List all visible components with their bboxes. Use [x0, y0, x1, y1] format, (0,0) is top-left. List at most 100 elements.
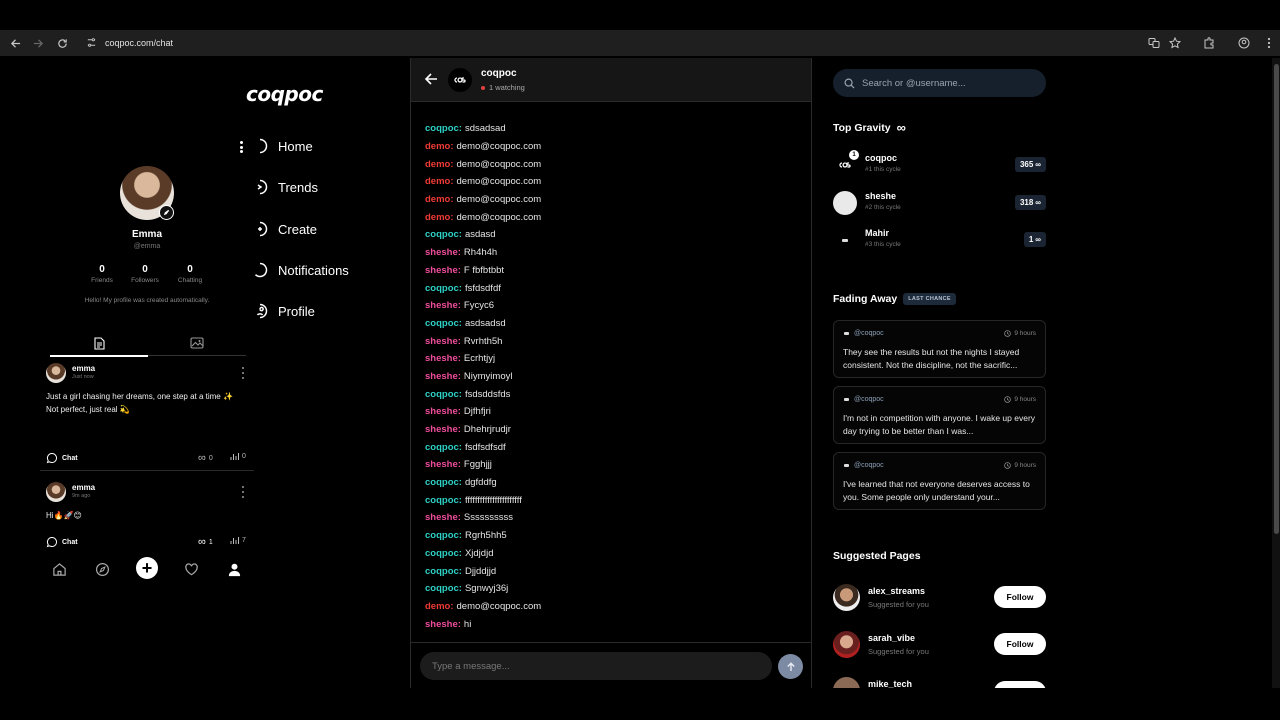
profile-icon[interactable] — [1235, 34, 1253, 52]
post-avatar[interactable] — [46, 482, 66, 502]
message-author[interactable]: sheshe — [425, 300, 458, 311]
nav-trends[interactable]: Trends — [252, 176, 318, 198]
bottom-explore-icon[interactable] — [92, 559, 112, 579]
follow-button[interactable] — [994, 681, 1046, 688]
nav-notifications[interactable]: Notifications — [252, 259, 349, 281]
app-logo[interactable]: coqpoc — [246, 82, 323, 106]
post-username[interactable]: emma — [72, 483, 95, 492]
message-author[interactable]: demo — [425, 601, 450, 612]
message-author[interactable]: coqpoc — [425, 583, 459, 594]
gravity-row[interactable]: 1 coqpoc #1 this cycle 365 ∞ — [833, 150, 1046, 179]
bottom-heart-icon[interactable] — [181, 559, 201, 579]
message-author[interactable]: sheshe — [425, 619, 458, 630]
message-author[interactable]: coqpoc — [425, 566, 459, 577]
fading-card[interactable]: @coqpoc 9 hours They see the results but… — [833, 320, 1046, 378]
post-views[interactable]: 0 — [230, 452, 246, 461]
post-gravity[interactable]: ∞ 1 — [198, 536, 213, 548]
bottom-home-icon[interactable] — [49, 559, 69, 579]
message-author[interactable]: coqpoc — [425, 229, 459, 240]
gravity-row[interactable]: Mahir #3 this cycle 1 ∞ — [833, 226, 1046, 254]
suggested-row[interactable]: sarah_vibe Suggested for you Follow — [833, 631, 1046, 659]
follow-button[interactable]: Follow — [994, 633, 1046, 655]
nav-profile[interactable]: Profile — [252, 300, 315, 322]
message-author[interactable]: coqpoc — [425, 123, 459, 134]
search-box[interactable] — [833, 69, 1046, 97]
stat-followers[interactable]: 0 Followers — [125, 264, 165, 284]
chat-message: sheshe: Fycyc6 — [425, 297, 805, 315]
message-author[interactable]: sheshe — [425, 247, 458, 258]
message-input[interactable] — [420, 652, 772, 680]
stat-chatting[interactable]: 0 Chatting — [170, 264, 210, 284]
message-author[interactable]: coqpoc — [425, 389, 459, 400]
chat-message: demo: demo@coqpoc.com — [425, 138, 805, 156]
browser-menu-icon[interactable] — [1260, 34, 1278, 52]
fading-card[interactable]: @coqpoc 9 hours I'm not in competition w… — [833, 386, 1046, 444]
message-author[interactable]: coqpoc — [425, 283, 459, 294]
message-text: Djjddjjd — [464, 565, 497, 577]
chat-message: coqpoc: sdsadsad — [425, 120, 805, 138]
message-author[interactable]: demo — [425, 159, 450, 170]
message-author[interactable]: demo — [425, 176, 450, 187]
back-arrow-icon[interactable] — [424, 72, 438, 86]
suggested-row[interactable]: alex_streams Suggested for you Follow — [833, 584, 1046, 612]
message-author[interactable]: coqpoc — [425, 495, 459, 506]
bottom-profile-icon[interactable] — [224, 559, 244, 579]
message-author[interactable]: sheshe — [425, 371, 458, 382]
nav-home[interactable]: Home — [252, 135, 313, 157]
post-menu-icon[interactable] — [241, 367, 245, 379]
message-author[interactable]: sheshe — [425, 406, 458, 417]
follow-button[interactable]: Follow — [994, 586, 1046, 608]
bottom-band — [0, 688, 1280, 720]
more-options-icon[interactable] — [235, 139, 247, 155]
message-author[interactable]: coqpoc — [425, 477, 459, 488]
edit-avatar-icon[interactable] — [159, 205, 174, 220]
forward-icon[interactable] — [29, 34, 47, 52]
suggested-row[interactable]: mike_tech — [833, 677, 1046, 688]
chat-title[interactable]: coqpoc — [481, 68, 517, 79]
message-author[interactable]: sheshe — [425, 353, 458, 364]
message-author[interactable]: demo — [425, 212, 450, 223]
message-separator: : — [458, 317, 462, 329]
back-icon[interactable] — [6, 34, 24, 52]
post-menu-icon[interactable] — [241, 486, 245, 498]
post-views[interactable]: 7 — [230, 536, 246, 545]
search-input[interactable] — [862, 77, 1032, 89]
gravity-row[interactable]: sheshe #2 this cycle 318 ∞ — [833, 189, 1046, 217]
translate-icon[interactable] — [1145, 34, 1163, 52]
message-author[interactable]: coqpoc — [425, 318, 459, 329]
message-author[interactable]: sheshe — [425, 512, 458, 523]
post-username[interactable]: emma — [72, 364, 95, 373]
reload-icon[interactable] — [53, 34, 71, 52]
top-gravity-title: Top Gravity — [833, 121, 891, 134]
tab-media[interactable] — [148, 330, 246, 356]
chat-message: coqpoc: fsdfsdfsdf — [425, 438, 805, 456]
nav-create[interactable]: Create — [252, 218, 317, 240]
message-author[interactable]: coqpoc — [425, 548, 459, 559]
fading-card-text: I've learned that not everyone deserves … — [843, 479, 1030, 502]
post-chat-button[interactable]: Chat — [46, 536, 78, 548]
message-author[interactable]: coqpoc — [425, 530, 459, 541]
scrollbar-thumb[interactable] — [1274, 64, 1279, 534]
extensions-icon[interactable] — [1200, 34, 1218, 52]
tab-posts[interactable] — [50, 330, 148, 357]
message-author[interactable]: sheshe — [425, 265, 458, 276]
bottom-create-button[interactable]: + — [136, 557, 158, 579]
bookmark-star-icon[interactable] — [1166, 34, 1184, 52]
message-author[interactable]: sheshe — [425, 336, 458, 347]
site-info-icon[interactable] — [86, 37, 97, 48]
chat-avatar[interactable] — [448, 68, 472, 92]
message-author[interactable]: sheshe — [425, 459, 458, 470]
post-chat-button[interactable]: Chat — [46, 452, 78, 464]
gravity-sub: #2 this cycle — [865, 204, 901, 211]
clock-icon — [1004, 330, 1012, 337]
post-avatar[interactable] — [46, 363, 66, 383]
message-author[interactable]: demo — [425, 141, 450, 152]
message-author[interactable]: sheshe — [425, 424, 458, 435]
post-gravity[interactable]: ∞ 0 — [198, 452, 213, 464]
message-author[interactable]: coqpoc — [425, 442, 459, 453]
address-bar[interactable]: coqpoc.com/chat — [80, 32, 1140, 54]
stat-friends[interactable]: 0 Friends — [82, 264, 122, 284]
fading-card[interactable]: @coqpoc 9 hours I've learned that not ev… — [833, 452, 1046, 510]
message-author[interactable]: demo — [425, 194, 450, 205]
send-button[interactable] — [778, 654, 803, 679]
